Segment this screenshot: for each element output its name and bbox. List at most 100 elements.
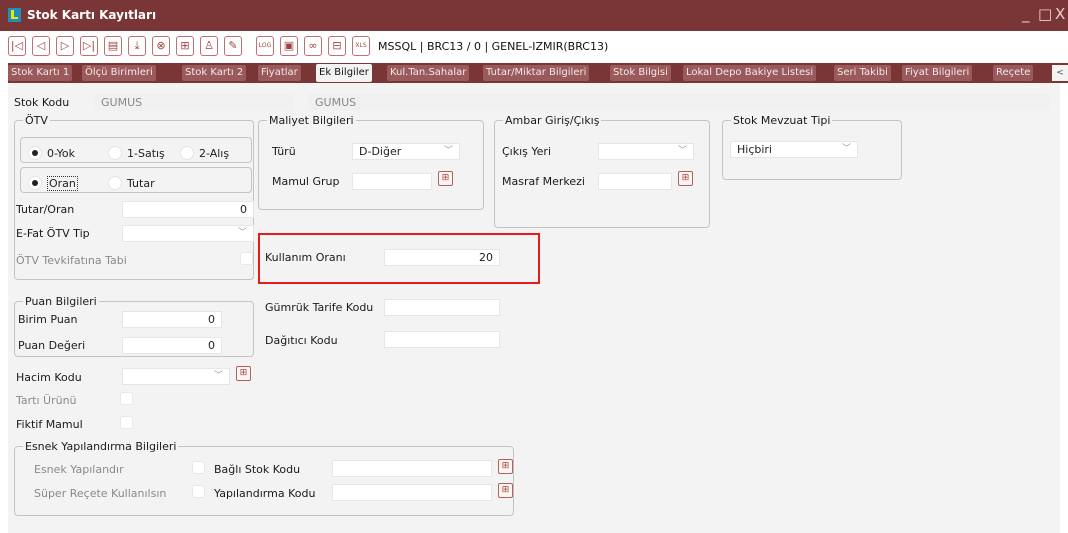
cikis-yeri-select[interactable]: ﹀ [598,143,694,160]
puan-degeri-label: Puan Değeri [18,339,86,352]
puan-degeri-input[interactable]: 0 [122,337,222,354]
radio-0-yok[interactable]: 0-Yok [28,145,75,161]
prev-record-icon[interactable]: ◁ [32,36,50,56]
lookup-icon[interactable]: ⊞ [678,171,693,186]
efat-otv-tip-select[interactable]: ﹀ [122,225,254,242]
chevron-down-icon: ﹀ [237,228,247,238]
chevron-down-icon: ﹀ [677,146,687,156]
turu-label: Türü [272,145,296,158]
tutar-oran-input[interactable]: 0 [122,201,254,218]
window-title: Stok Kartı Kayıtları [27,8,157,22]
gumruk-tarife-label: Gümrük Tarife Kodu [265,301,374,314]
minimize-button[interactable]: _ [1022,5,1030,23]
tutar-oran-label: Tutar/Oran [16,203,75,216]
super-recete-checkbox[interactable] [192,485,205,498]
masraf-merkezi-input[interactable] [598,173,672,190]
tab-fiyat-bilgileri[interactable]: Fiyat Bilgileri [902,65,973,81]
birim-puan-input[interactable]: 0 [122,311,222,328]
radio-1-satis[interactable]: 1-Satış [108,145,165,161]
esnek-group: Esnek Yapılandırma Bilgileri [14,440,514,516]
link-icon[interactable]: ∞ [304,36,322,56]
tab-strip: Stok Kartı 1 Ölçü Birimleri Stok Kartı 2… [8,63,1068,83]
tab-recete[interactable]: Reçete [993,65,1034,81]
tarti-urunu-label: Tartı Ürünü [16,394,77,407]
calculator-icon[interactable]: ⊟ [328,36,346,56]
stok-kodu-field: GUMUS [94,94,294,111]
tab-kul-tan-sahalar[interactable]: Kul.Tan.Sahalar [387,65,470,81]
esnek-group-title: Esnek Yapılandırma Bilgileri [23,440,179,453]
bagli-stok-label: Bağlı Stok Kodu [214,463,301,476]
maliyet-group-title: Maliyet Bilgileri [267,114,356,127]
chevron-down-icon: ﹀ [841,144,851,154]
maliyet-group: Maliyet Bilgileri [258,114,484,210]
highlight-box [258,233,540,284]
yapilandirma-kodu-input[interactable] [332,484,492,501]
radio-2-alis[interactable]: 2-Alış [180,145,229,161]
tab-ek-bilgiler[interactable]: Ek Bilgiler [316,64,372,82]
bagli-stok-input[interactable] [332,460,492,477]
chevron-down-icon: ﹀ [443,146,453,156]
mevzuat-group-title: Stok Mevzuat Tipi [731,114,833,127]
excel-icon[interactable]: XLS [352,36,370,56]
birim-puan-label: Birim Puan [18,313,78,326]
close-button[interactable]: X [1055,5,1065,23]
masraf-merkezi-label: Masraf Merkezi [502,175,585,188]
fiktif-mamul-label: Fiktif Mamul [16,418,83,431]
chevron-down-icon: ﹀ [213,371,223,381]
radio-tutar[interactable]: Tutar [108,175,155,191]
cancel-icon[interactable]: ⊗ [152,36,170,56]
radio-oran[interactable]: Oran [28,175,78,191]
log-icon[interactable]: LOG [256,36,274,56]
tab-stok-karti-1[interactable]: Stok Kartı 1 [8,65,73,81]
gumruk-tarife-input[interactable] [384,299,500,316]
radio-on-icon [28,176,42,190]
lookup-icon[interactable]: ⊞ [236,366,251,381]
ambar-group-title: Ambar Giriş/Çıkış [503,114,602,127]
stok-adi-field: GUMUS [308,94,1050,111]
list-icon[interactable]: ▤ [104,36,122,56]
next-record-icon[interactable]: ▷ [56,36,74,56]
tab-seri-takibi[interactable]: Seri Takibi [834,65,891,81]
user-icon[interactable]: ♙ [200,36,218,56]
document-icon[interactable]: ▣ [280,36,298,56]
super-recete-label: Süper Reçete Kullanılsın [34,487,167,500]
first-record-icon[interactable]: |◁ [8,36,26,56]
lookup-icon[interactable]: ⊞ [438,171,453,186]
maximize-button[interactable]: □ [1038,5,1052,23]
hacim-kodu-label: Hacim Kodu [16,371,82,384]
efat-otv-tip-label: E-Fat ÖTV Tip [16,227,90,240]
download-icon[interactable]: ⤓ [128,36,146,56]
yapilandirma-kodu-label: Yapılandırma Kodu [214,487,316,500]
add-icon[interactable]: ⊞ [176,36,194,56]
connection-info: MSSQL | BRC13 / 0 | GENEL-IZMIR(BRC13) [378,40,609,53]
hacim-kodu-select[interactable]: ﹀ [122,368,230,385]
mevzuat-select[interactable]: Hiçbiri ﹀ [730,141,858,158]
dagitici-kodu-input[interactable] [384,331,500,348]
tab-lokal-depo[interactable]: Lokal Depo Bakiye Listesi [683,65,817,81]
puan-group-title: Puan Bilgileri [23,295,99,308]
stok-kodu-label: Stok Kodu [14,96,70,109]
tarti-urunu-checkbox[interactable] [120,392,133,405]
edit-icon[interactable]: ✎ [224,36,242,56]
radio-off-icon [108,146,122,160]
tab-tutar-miktar[interactable]: Tutar/Miktar Bilgileri [483,65,590,81]
lookup-icon[interactable]: ⊞ [498,459,513,474]
esnek-yapilandir-label: Esnek Yapılandır [34,463,124,476]
otv-tevkifat-checkbox[interactable] [240,252,253,265]
title-bar: Stok Kartı Kayıtları _ □ X [0,0,1068,31]
last-record-icon[interactable]: ▷| [80,36,98,56]
lookup-icon[interactable]: ⊞ [498,483,513,498]
tab-scroll-arrows[interactable]: < > [1052,65,1068,81]
tab-stok-karti-2[interactable]: Stok Kartı 2 [182,65,247,81]
tab-stok-bilgisi[interactable]: Stok Bilgisi [610,65,671,81]
fiktif-mamul-checkbox[interactable] [120,416,133,429]
cikis-yeri-label: Çıkış Yeri [502,145,551,158]
esnek-yapilandir-checkbox[interactable] [192,461,205,474]
radio-off-icon [108,176,122,190]
radio-off-icon [180,146,194,160]
turu-select[interactable]: D-Diğer ﹀ [352,143,460,160]
mamul-grup-input[interactable] [352,173,432,190]
tab-olcu-birimleri[interactable]: Ölçü Birimleri [82,65,156,81]
mamul-grup-label: Mamul Grup [272,175,340,188]
tab-fiyatlar[interactable]: Fiyatlar [258,65,301,81]
